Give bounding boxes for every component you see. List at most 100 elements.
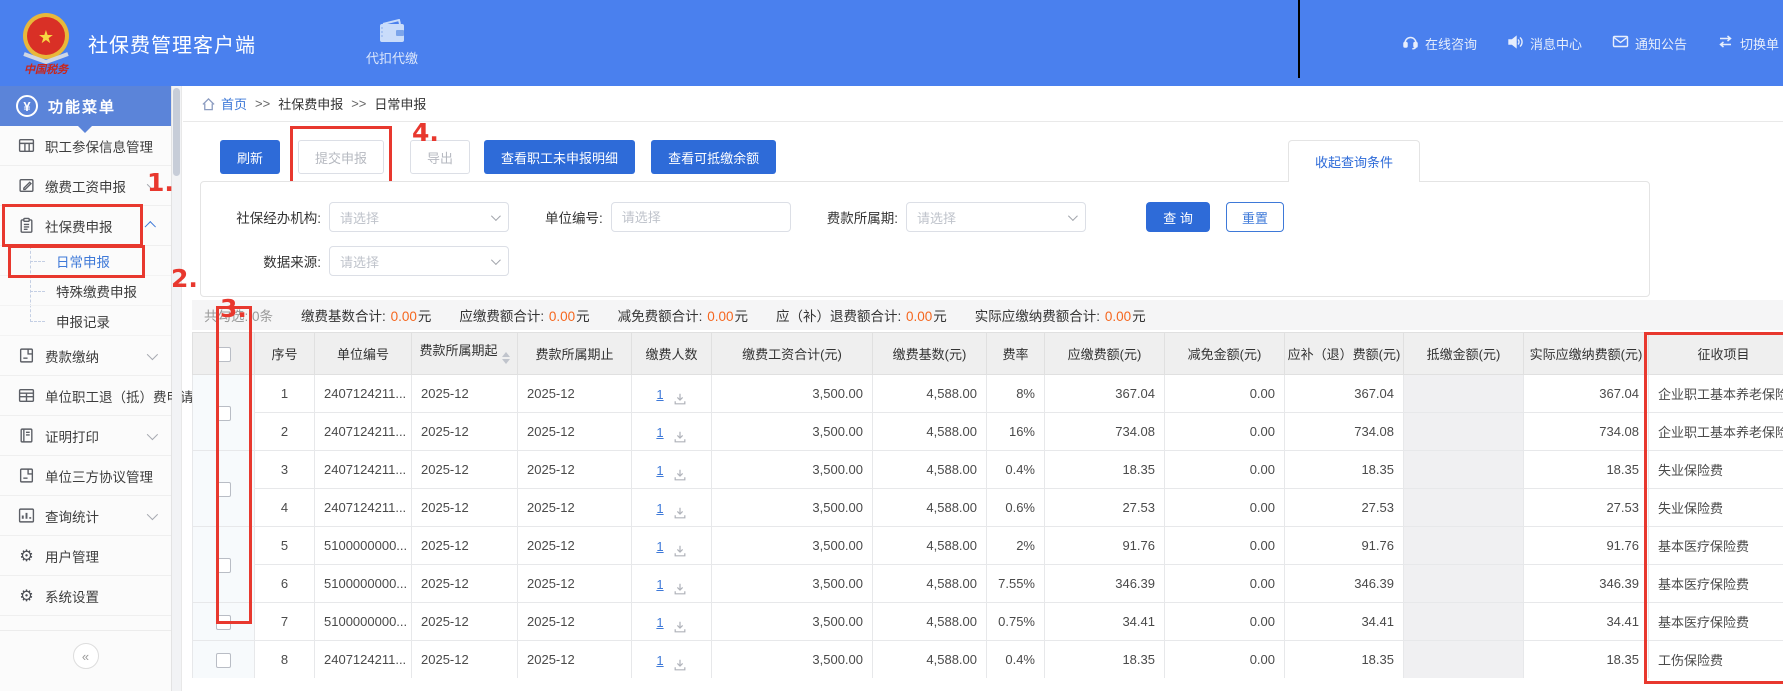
chevron-down-icon bbox=[147, 428, 158, 439]
agency-select[interactable]: 请选择 bbox=[329, 202, 509, 232]
breadcrumb-item-daily[interactable]: 日常申报 bbox=[374, 94, 426, 113]
filter-field-fee-period: 费款所属期: 请选择 bbox=[827, 202, 1086, 232]
download-icon[interactable] bbox=[664, 463, 687, 478]
tab-withhold-remit[interactable]: 代扣代缴 bbox=[366, 19, 418, 67]
download-icon[interactable] bbox=[664, 425, 687, 440]
cell-refund_supplement: 734.08 bbox=[1285, 413, 1404, 451]
payer-count-link[interactable]: 1 bbox=[656, 501, 663, 516]
breadcrumb-item-declare[interactable]: 社保费申报 bbox=[278, 94, 343, 113]
cell-refund_supplement: 27.53 bbox=[1285, 489, 1404, 527]
cell-rate: 8% bbox=[987, 375, 1045, 413]
row-checkbox[interactable] bbox=[216, 653, 231, 668]
table-row: 75100000000...2025-122025-1213,500.004,5… bbox=[193, 603, 1783, 641]
submit-declaration-button[interactable]: 提交申报 bbox=[298, 140, 384, 174]
cell-period_start: 2025-12 bbox=[412, 565, 518, 603]
search-button[interactable]: 查 询 bbox=[1146, 202, 1210, 232]
sidebar-item-social-insurance-declare[interactable]: 社保费申报 bbox=[0, 206, 171, 246]
cell-pay_base: 4,588.00 bbox=[873, 565, 987, 603]
sidebar-item-user-management[interactable]: ⚙用户管理 bbox=[0, 536, 171, 576]
breadcrumb-home-link[interactable]: 首页 bbox=[201, 94, 247, 113]
sidebar-submenu: 日常申报特殊缴费申报申报记录 bbox=[0, 246, 171, 336]
header-item-online-consult[interactable]: 在线咨询 bbox=[1402, 34, 1477, 53]
payer-count-link[interactable]: 1 bbox=[656, 463, 663, 478]
download-icon[interactable] bbox=[664, 501, 687, 516]
cell-offset_amount bbox=[1404, 641, 1524, 679]
row-checkbox[interactable] bbox=[216, 406, 231, 421]
sort-icon[interactable] bbox=[502, 348, 510, 368]
payer-count-link[interactable]: 1 bbox=[656, 539, 663, 554]
table-column-header-2[interactable]: 费款所属期起 bbox=[412, 333, 518, 375]
cell-offset_amount bbox=[1404, 451, 1524, 489]
sidebar-item-query-statistics[interactable]: 查询统计 bbox=[0, 496, 171, 536]
row-checkbox[interactable] bbox=[216, 558, 231, 573]
summary-stat-unit: 元 bbox=[418, 309, 432, 324]
payer-count-link[interactable]: 1 bbox=[656, 653, 663, 668]
header-item-switch-unit[interactable]: 切换单 bbox=[1717, 34, 1779, 53]
table-header-row: 序号单位编号费款所属期起费款所属期止缴费人数缴费工资合计(元)缴费基数(元)费率… bbox=[193, 333, 1783, 375]
sidebar-item-label: 缴费工资申报 bbox=[45, 176, 126, 196]
app-title: 社保费管理客户端 bbox=[88, 29, 256, 58]
sidebar-item-system-settings[interactable]: ⚙系统设置 bbox=[0, 576, 171, 616]
cell-actual_payable: 734.08 bbox=[1524, 413, 1649, 451]
sidebar-item-certificate-print[interactable]: 证明打印 bbox=[0, 416, 171, 456]
reset-button[interactable]: 重置 bbox=[1226, 202, 1284, 232]
cell-payable: 346.39 bbox=[1045, 565, 1165, 603]
row-checkbox[interactable] bbox=[216, 615, 231, 630]
sidebar-item-salary-declare[interactable]: 缴费工资申报 bbox=[0, 166, 171, 206]
collapse-query-conditions-button[interactable]: 收起查询条件 bbox=[1288, 140, 1420, 182]
chevron-down-icon bbox=[147, 508, 158, 519]
header-divider-line bbox=[1298, 0, 1300, 78]
download-icon[interactable] bbox=[664, 539, 687, 554]
sidebar-item-unit-refund-apply[interactable]: 单位职工退（抵）费申请管理 bbox=[0, 376, 171, 416]
payer-count-link[interactable]: 1 bbox=[656, 615, 663, 630]
sidebar-subitem-daily-declare[interactable]: 日常申报 bbox=[0, 246, 171, 276]
select-all-checkbox[interactable] bbox=[216, 347, 231, 362]
table-column-header-7: 费率 bbox=[987, 333, 1045, 375]
cell-payer_count: 1 bbox=[632, 527, 712, 565]
payer-count-link[interactable]: 1 bbox=[656, 425, 663, 440]
view-undeclared-detail-button[interactable]: 查看职工未申报明细 bbox=[484, 140, 635, 174]
data-source-select[interactable]: 请选择 bbox=[329, 246, 509, 276]
cell-period_end: 2025-12 bbox=[518, 451, 632, 489]
row-checkbox-cell bbox=[193, 527, 255, 603]
cell-actual_payable: 27.53 bbox=[1524, 489, 1649, 527]
download-icon[interactable] bbox=[664, 577, 687, 592]
table-column-header-9: 减免金额(元) bbox=[1165, 333, 1285, 375]
refresh-button[interactable]: 刷新 bbox=[220, 140, 280, 174]
cell-period_end: 2025-12 bbox=[518, 603, 632, 641]
sidebar-subitem-special-fee-declare[interactable]: 特殊缴费申报 bbox=[0, 276, 171, 306]
table-row: 32407124211...2025-122025-1213,500.004,5… bbox=[193, 451, 1783, 489]
breadcrumb: 首页 >> 社保费申报 >> 日常申报 bbox=[183, 86, 1783, 122]
cell-seq: 5 bbox=[255, 527, 315, 565]
table-icon bbox=[18, 387, 35, 404]
cell-reduction: 0.00 bbox=[1165, 527, 1285, 565]
sidebar-item-fee-payment[interactable]: 费款缴纳 bbox=[0, 336, 171, 376]
sidebar-subitem-declare-records[interactable]: 申报记录 bbox=[0, 306, 171, 336]
sidebar-scrollbar[interactable] bbox=[172, 86, 182, 691]
download-icon[interactable] bbox=[664, 615, 687, 630]
breadcrumb-home-label[interactable]: 首页 bbox=[221, 94, 247, 113]
row-checkbox[interactable] bbox=[216, 482, 231, 497]
view-offset-balance-button[interactable]: 查看可抵缴余额 bbox=[651, 140, 776, 174]
sidebar-collapse-button[interactable]: « bbox=[73, 643, 99, 669]
cell-period_start: 2025-12 bbox=[412, 375, 518, 413]
cell-pay_base: 4,588.00 bbox=[873, 527, 987, 565]
fee-period-select[interactable]: 请选择 bbox=[906, 202, 1086, 232]
unit-no-input[interactable] bbox=[611, 202, 791, 232]
cell-pay_base: 4,588.00 bbox=[873, 413, 987, 451]
summary-stat-value: 0.00 bbox=[707, 309, 733, 324]
sidebar-item-label: 查询统计 bbox=[45, 506, 99, 526]
sidebar-item-tripartite-agreement[interactable]: 单位三方协议管理 bbox=[0, 456, 171, 496]
cell-refund_supplement: 346.39 bbox=[1285, 565, 1404, 603]
header-item-message-center[interactable]: 消息中心 bbox=[1507, 34, 1582, 53]
header-item-notice-announcement[interactable]: 通知公告 bbox=[1612, 34, 1687, 53]
cell-refund_supplement: 18.35 bbox=[1285, 451, 1404, 489]
sidebar-scrollbar-thumb[interactable] bbox=[173, 88, 180, 176]
data-source-label: 数据来源: bbox=[217, 251, 321, 271]
export-button[interactable]: 导出 bbox=[410, 140, 470, 174]
cell-period_end: 2025-12 bbox=[518, 413, 632, 451]
download-icon[interactable] bbox=[664, 653, 687, 668]
payer-count-link[interactable]: 1 bbox=[656, 577, 663, 592]
download-icon[interactable] bbox=[664, 387, 687, 402]
payer-count-link[interactable]: 1 bbox=[656, 387, 663, 402]
